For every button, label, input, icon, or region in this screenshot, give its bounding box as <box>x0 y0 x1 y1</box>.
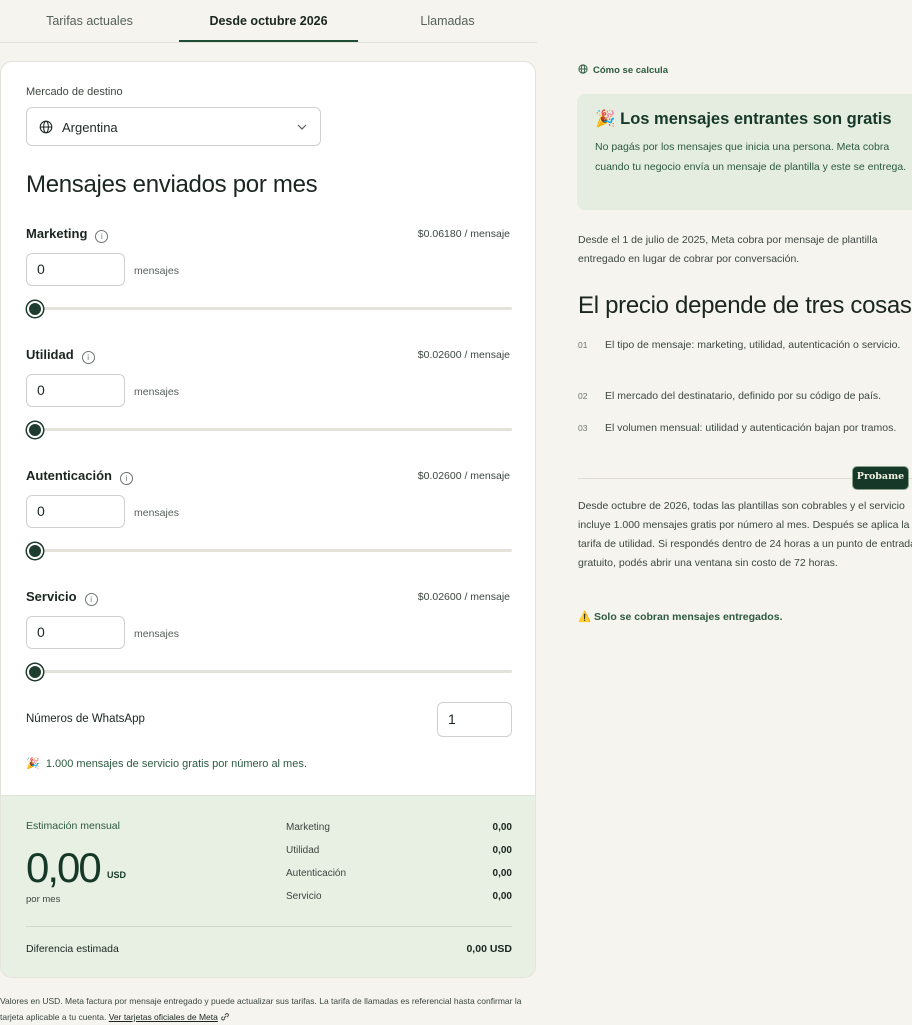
row-title-marketing: Marketing i <box>26 226 109 243</box>
party-icon: 🎉 <box>595 110 616 128</box>
footer-note: Valores en USD. Meta factura por mensaje… <box>0 996 522 1022</box>
price-utilidad: $0.02600 / mensaje <box>417 349 510 361</box>
october-2026-paragraph: Desde octubre de 2026, todas las plantil… <box>578 500 912 569</box>
price-servicio: $0.02600 / mensaje <box>417 591 510 603</box>
utilidad-input[interactable]: 0 <box>26 374 125 407</box>
diff-value: 0,00 USD <box>466 943 512 955</box>
breakdown-value: 0,00 <box>492 868 512 879</box>
row-title-utilidad: Utilidad i <box>26 347 95 364</box>
globe-icon <box>39 120 53 134</box>
price-marketing: $0.06180 / mensaje <box>417 228 510 240</box>
list-item: El tipo de mensaje: marketing, utilidad,… <box>605 339 901 351</box>
free-incoming-box: 🎉 Los mensajes entrantes son gratis No p… <box>577 94 912 210</box>
whatsapp-numbers-input[interactable]: 1 <box>437 702 512 737</box>
free-incoming-text: No pagás por los mensajes que inicia una… <box>595 141 907 173</box>
free-incoming-title: 🎉 Los mensajes entrantes son gratis <box>595 110 892 128</box>
breakdown-label: Autenticación <box>286 868 347 879</box>
diff-label: Diferencia estimada <box>26 943 119 955</box>
tab-tarifas-actuales[interactable]: Tarifas actuales <box>0 0 179 42</box>
currency-label: USD <box>107 870 127 880</box>
servicio-input[interactable]: 0 <box>26 616 125 649</box>
tab-llamadas[interactable]: Llamadas <box>358 0 537 42</box>
breakdown-value: 0,00 <box>492 891 512 902</box>
summary-title: Estimación mensual <box>26 820 120 832</box>
tab-bar: Tarifas actuales Desde octubre 2026 Llam… <box>0 0 537 43</box>
info-icon[interactable]: i <box>81 351 95 364</box>
utilidad-slider-thumb[interactable] <box>27 422 43 438</box>
breakdown-value: 0,00 <box>492 822 512 833</box>
info-icon[interactable]: i <box>84 593 98 606</box>
autenticacion-input[interactable]: 0 <box>26 495 125 528</box>
row-title-servicio: Servicio i <box>26 589 98 606</box>
list-item: El volumen mensual: utilidad y autentica… <box>605 422 897 434</box>
list-number: 02 <box>578 391 588 401</box>
row-title-autenticacion: Autenticación i <box>26 468 133 485</box>
breakdown-label: Servicio <box>286 891 322 902</box>
list-number: 01 <box>578 340 588 350</box>
autenticacion-slider-track[interactable] <box>34 549 512 552</box>
divider <box>26 926 512 927</box>
whatsapp-numbers-label: Números de WhatsApp <box>26 713 145 725</box>
party-icon: 🎉 <box>26 758 40 770</box>
market-select[interactable]: Argentina <box>26 107 321 146</box>
marketing-slider-thumb[interactable] <box>27 301 43 317</box>
warning-icon: ⚠️ <box>578 611 592 623</box>
info-icon[interactable]: i <box>119 472 133 485</box>
official-cards-link[interactable]: Ver tarjetas oficiales de Meta <box>109 1012 218 1022</box>
marketing-slider-track[interactable] <box>34 307 512 310</box>
unit-label: mensajes <box>134 265 179 277</box>
pricing-change-paragraph: Desde el 1 de julio de 2025, Meta cobra … <box>578 234 878 265</box>
info-icon[interactable]: i <box>95 230 109 243</box>
per-month-label: por mes <box>26 894 61 905</box>
unit-label: mensajes <box>134 507 179 519</box>
calculator-card: Mercado de destino Argentina Mensajes en… <box>0 61 536 978</box>
chevron-down-icon <box>297 124 307 130</box>
link-icon <box>221 1013 230 1021</box>
list-number: 03 <box>578 423 588 433</box>
marketing-input[interactable]: 0 <box>26 253 125 286</box>
tab-desde-octubre-2026[interactable]: Desde octubre 2026 <box>179 0 358 42</box>
delivered-only-note: ⚠️ Solo se cobran mensajes entregados. <box>578 611 783 623</box>
market-label: Mercado de destino <box>26 86 123 98</box>
breakdown-label: Marketing <box>286 822 330 833</box>
price-autenticacion: $0.02600 / mensaje <box>417 470 510 482</box>
breakdown-value: 0,00 <box>492 845 512 856</box>
price-factors-heading: El precio depende de tres cosas <box>578 292 912 319</box>
servicio-slider-track[interactable] <box>34 670 512 673</box>
free-messages-note: 🎉 1.000 mensajes de servicio gratis por … <box>26 758 307 770</box>
autenticacion-slider-thumb[interactable] <box>27 543 43 559</box>
servicio-slider-thumb[interactable] <box>27 664 43 680</box>
unit-label: mensajes <box>134 628 179 640</box>
globe-icon <box>578 64 588 74</box>
section-heading: Mensajes enviados por mes <box>26 171 318 198</box>
monthly-total: 0,00 <box>26 844 102 891</box>
monthly-summary: Estimación mensual 0,00 USD por mes Mark… <box>1 795 535 977</box>
utilidad-slider-track[interactable] <box>34 428 512 431</box>
unit-label: mensajes <box>134 386 179 398</box>
list-item: El mercado del destinatario, definido po… <box>605 390 882 402</box>
market-value: Argentina <box>62 120 118 135</box>
probame-badge[interactable]: Probame <box>853 467 908 489</box>
breakdown-label: Utilidad <box>286 845 320 856</box>
how-calculated-heading: Cómo se calcula <box>578 64 668 76</box>
